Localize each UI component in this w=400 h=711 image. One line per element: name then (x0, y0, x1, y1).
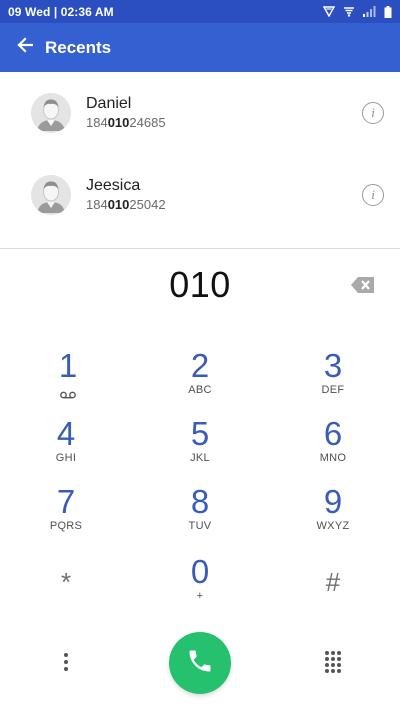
dialpad-dot (337, 669, 341, 673)
more-options-button[interactable] (56, 648, 76, 676)
more-vert-dot (64, 667, 68, 671)
dialpad-dot (331, 669, 335, 673)
key-6[interactable]: 6 MNO (278, 416, 388, 478)
person-icon (31, 93, 71, 133)
more-vert-icon (64, 653, 68, 657)
info-icon: i (371, 187, 375, 202)
key-2[interactable]: 2 ABC (145, 348, 255, 410)
number-suffix: 25042 (129, 197, 166, 212)
voicemail-icon (13, 386, 123, 404)
key-digit: * (60, 567, 72, 597)
key-8[interactable]: 8 TUV (145, 484, 255, 546)
app-bar: Recents (0, 23, 400, 72)
info-icon: i (371, 105, 375, 120)
dialpad-dot (331, 657, 335, 661)
key-4[interactable]: 4 GHI (11, 416, 121, 478)
key-digit: 7 (56, 483, 76, 520)
info-button[interactable]: i (362, 102, 384, 124)
key-letters: TUV (188, 520, 212, 532)
page-title: Recents (45, 37, 112, 57)
number-match: 010 (107, 115, 130, 130)
info-button[interactable]: i (362, 184, 384, 206)
key-letters: JKL (190, 452, 210, 464)
number-prefix: 184 (86, 197, 108, 212)
backspace-button[interactable] (350, 275, 376, 295)
key-digit: 5 (190, 415, 210, 452)
contact-name: Daniel (86, 95, 132, 112)
dialpad-icon (325, 651, 329, 655)
key-letters: WXYZ (316, 520, 350, 532)
key-letters: DEF (321, 384, 345, 396)
key-letters: PQRS (49, 520, 83, 532)
key-digit: 6 (323, 415, 343, 452)
key-3[interactable]: 3 DEF (278, 348, 388, 410)
dial-input[interactable]: 010 (0, 262, 400, 308)
contact-row-jeesica[interactable]: Jeesica 18401025042 i (0, 154, 400, 236)
key-digit: 0 (190, 553, 210, 590)
key-letters: GHI (55, 452, 77, 464)
key-7[interactable]: 7 PQRS (11, 484, 121, 546)
arrow-back-icon (17, 37, 34, 58)
key-pound[interactable]: # (278, 564, 388, 626)
number-match: 010 (107, 197, 130, 212)
number-prefix: 184 (86, 115, 108, 130)
backspace-icon (350, 277, 376, 299)
key-5[interactable]: 5 JKL (145, 416, 255, 478)
key-1[interactable]: 1 (13, 348, 123, 410)
call-button[interactable] (169, 632, 231, 694)
contact-row-daniel[interactable]: Daniel 18401024685 i (0, 72, 400, 154)
dialpad-dot (325, 663, 329, 667)
key-letters: MNO (319, 452, 347, 464)
back-button[interactable] (2, 23, 48, 72)
dialpad-dot (331, 663, 335, 667)
recents-list: Daniel 18401024685 i Jeesica 18401025042… (0, 72, 400, 248)
signal-icon (363, 6, 376, 17)
key-digit: 8 (190, 483, 210, 520)
key-digit: # (325, 567, 341, 597)
status-time: 09 Wed | 02:36 AM (8, 4, 114, 19)
status-icons (323, 5, 392, 18)
avatar (31, 93, 71, 133)
key-9[interactable]: 9 WXYZ (278, 484, 388, 546)
contact-number: 18401024685 (86, 114, 166, 131)
battery-icon (384, 5, 392, 18)
avatar (31, 175, 71, 215)
key-letters: ABC (188, 384, 212, 396)
wifi-icon (343, 6, 355, 17)
more-vert-dot (64, 660, 68, 664)
key-digit: 1 (58, 347, 78, 384)
key-letters: + (196, 590, 204, 602)
contact-text: Daniel 18401024685 (86, 94, 166, 131)
person-icon (31, 175, 71, 215)
contact-text: Jeesica 18401025042 (86, 176, 166, 213)
key-star[interactable]: * (11, 564, 121, 626)
contact-number: 18401025042 (86, 196, 166, 213)
key-0[interactable]: 0 + (145, 554, 255, 616)
dialpad-dot (337, 657, 341, 661)
contact-name: Jeesica (86, 177, 141, 194)
key-digit: 4 (56, 415, 76, 452)
vpn-triangle-icon (323, 6, 335, 17)
dialpad-dot (331, 651, 335, 655)
status-bar: 09 Wed | 02:36 AM (0, 0, 400, 23)
dialpad-dot (325, 657, 329, 661)
dialpad-dot (337, 651, 341, 655)
key-digit: 3 (323, 347, 343, 384)
dialpad-dot (325, 669, 329, 673)
number-suffix: 24685 (129, 115, 166, 130)
divider (0, 248, 400, 249)
key-digit: 9 (323, 483, 343, 520)
key-digit: 2 (190, 347, 210, 384)
dialpad-dot (337, 663, 341, 667)
phone-icon (186, 647, 214, 680)
dialpad-toggle-button[interactable] (322, 651, 344, 673)
